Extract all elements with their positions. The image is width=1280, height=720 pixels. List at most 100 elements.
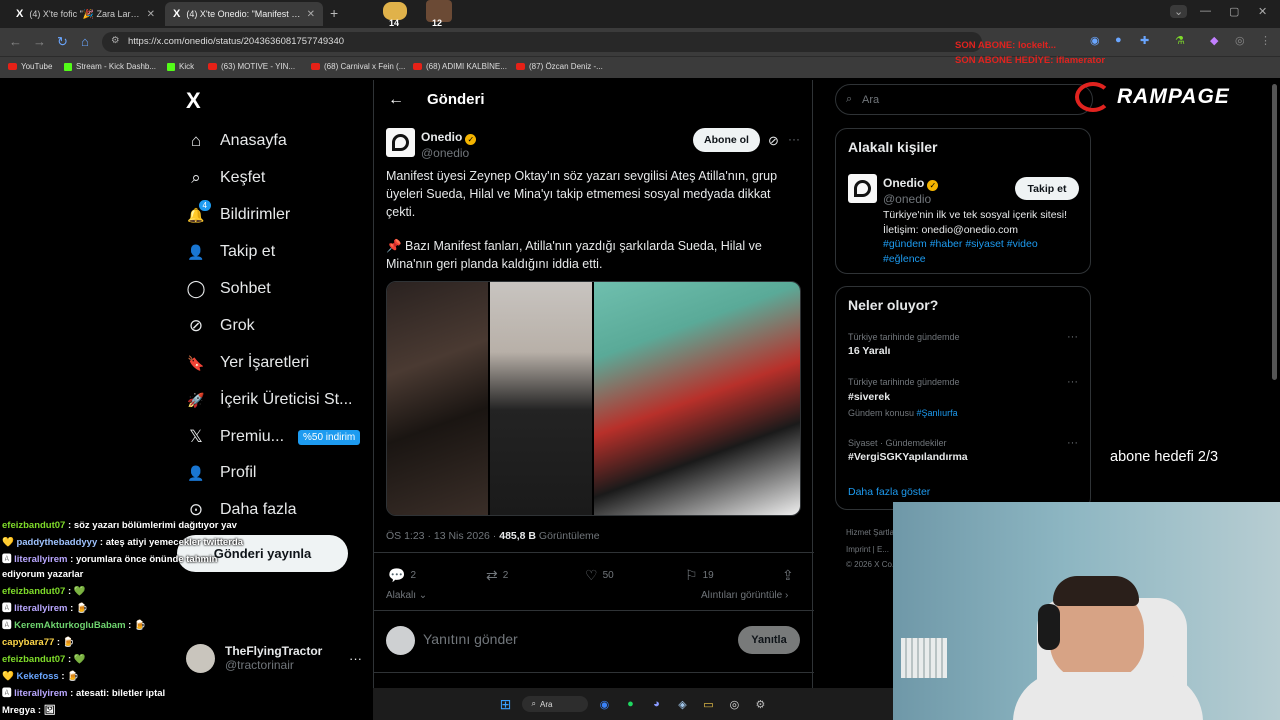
taskbar-search[interactable]: ⌕ Ara [521, 696, 589, 712]
reply-action[interactable]: 💬 2 [388, 567, 416, 584]
bookmark-kick[interactable]: Kick [167, 62, 194, 71]
post-time[interactable]: ÖS 1:23 · 13 Nis 2026 · [386, 530, 499, 542]
trend-name[interactable]: #siverek [848, 391, 890, 403]
search-input[interactable]: Ara [835, 84, 1093, 115]
photo-man[interactable] [490, 282, 592, 515]
url-bar[interactable]: ⚙ https://x.com/onedio/status/2043636081… [102, 32, 982, 52]
related-handle[interactable]: @onedio [883, 192, 938, 206]
scrollbar[interactable] [1272, 84, 1277, 380]
minimize-icon[interactable]: — [1200, 5, 1211, 17]
reply-button[interactable]: Yanıtla [738, 626, 800, 654]
related-hashtags[interactable]: #gündem #haber #siyaset #video #eğlence [883, 237, 1079, 267]
sidebar-item-more[interactable]: ⊙ Daha fazla [186, 500, 297, 520]
site-info-icon[interactable]: ⚙ [111, 35, 120, 46]
maximize-icon[interactable]: ▢ [1229, 5, 1239, 18]
x-logo[interactable]: X [186, 88, 201, 114]
onedio-avatar[interactable] [386, 128, 415, 157]
chat-emote: 💚 [73, 654, 86, 665]
profile-icon[interactable]: ◎ [1235, 34, 1245, 47]
trends-title: Neler oluyor? [848, 297, 939, 313]
bookmark-item[interactable]: (87) Özcan Deniz -... [516, 62, 603, 71]
steam-icon[interactable]: ◈ [672, 694, 692, 714]
extension-icon[interactable]: ● [1115, 34, 1122, 46]
like-action[interactable]: ♡ 50 [585, 567, 614, 584]
trend-more-icon[interactable]: ··· [1067, 376, 1078, 388]
bookmark-item[interactable]: (68) Carnival x Fein (... [311, 62, 405, 71]
bookmark-action[interactable]: ⚐ 19 [685, 567, 714, 584]
author-handle[interactable]: @onedio [421, 146, 476, 160]
avatar [386, 626, 415, 655]
photo-woman[interactable] [387, 282, 488, 515]
bookmark-youtube[interactable]: YouTube [8, 62, 52, 71]
profile-icon: 👤 [187, 464, 205, 481]
spotify-icon[interactable]: ● [620, 694, 640, 714]
sidebar-item-home[interactable]: ⌂ Anasayfa [186, 131, 287, 151]
back-arrow-icon[interactable]: ← [388, 91, 404, 109]
subscribe-button[interactable]: Abone ol [693, 128, 760, 152]
close-tab-icon[interactable]: ✕ [307, 9, 315, 20]
trend-more-icon[interactable]: ··· [1067, 437, 1078, 449]
browser-tab[interactable]: X (4) X'te fofic "🎉 Zara Larsson ✕ [8, 2, 163, 26]
settings-icon[interactable]: ⚙ [750, 694, 770, 714]
sidebar-item-premium[interactable]: 𝕏 Premiu... %50 indirim [186, 427, 361, 447]
trend-more-icon[interactable]: ··· [1067, 331, 1078, 343]
sidebar-item-grok[interactable]: ⊘ Grok [186, 316, 255, 336]
sidebar-item-follow[interactable]: 👤 Takip et [186, 242, 275, 262]
close-tab-icon[interactable]: ✕ [147, 9, 155, 20]
follow-button[interactable]: Takip et [1015, 177, 1079, 200]
trend-topic-link[interactable]: #Şanlıurfa [917, 408, 958, 418]
menu-icon[interactable]: ⋮ [1260, 34, 1271, 47]
discord-icon[interactable]: ◕ [646, 694, 666, 714]
youtube-icon [516, 63, 525, 70]
extension-icon[interactable]: ◆ [1210, 34, 1218, 47]
photo-group[interactable] [594, 282, 800, 515]
share-action[interactable]: ⇪ [782, 567, 794, 584]
browser-tab-active[interactable]: X (4) X'te Onedio: "Manifest üyes ✕ [165, 2, 323, 26]
sort-relevant[interactable]: Alakalı ⌄ [386, 590, 427, 601]
reload-icon[interactable]: ↻ [57, 34, 68, 50]
footer-link[interactable]: Imprint | E... [846, 545, 889, 554]
trend-name[interactable]: #VergiSGKYapılandırma [848, 451, 968, 463]
youtube-icon [413, 63, 422, 70]
sidebar-item-chat[interactable]: ◯ Sohbet [186, 279, 270, 299]
sidebar-item-bookmarks[interactable]: 🔖 Yer İşaretleri [186, 353, 309, 373]
reply-input[interactable]: Yanıtını gönder [423, 631, 518, 647]
view-quotes-link[interactable]: Alıntıları görüntüle › [701, 590, 788, 601]
webcam-shirt [1013, 672, 1203, 720]
back-icon[interactable]: ← [9, 34, 22, 49]
tab-search-icon[interactable]: ⌄ [1170, 5, 1188, 18]
sidebar-item-notifications[interactable]: 🔔 4 Bildirimler [186, 200, 290, 225]
related-people-card: Alakalı kişiler Onedio ✓ @onedio Takip et… [835, 128, 1091, 274]
bookmark-item[interactable]: (63) MOTIVE - YIN... [208, 62, 295, 71]
browser-app-icon[interactable]: ◉ [594, 694, 614, 714]
onedio-avatar[interactable] [848, 174, 877, 203]
home-icon[interactable]: ⌂ [81, 34, 89, 49]
bookmark-item[interactable]: (68) ADIMI KALBİNE... [413, 62, 507, 71]
extensions-icon[interactable]: ✚ [1140, 34, 1149, 47]
sidebar-item-label: Keşfet [220, 169, 266, 186]
close-window-icon[interactable]: ✕ [1258, 5, 1267, 18]
account-more-icon[interactable]: ··· [349, 651, 362, 666]
repost-action[interactable]: ⇄ 2 [486, 567, 508, 584]
divider [374, 552, 814, 553]
sidebar-item-profile[interactable]: 👤 Profil [186, 463, 256, 483]
sidebar-item-creator-studio[interactable]: 🚀 İçerik Üreticisi St... [186, 390, 352, 410]
author-name[interactable]: Onedio [421, 130, 462, 144]
post-more-icon[interactable]: ··· [788, 132, 800, 146]
post-media[interactable] [386, 281, 801, 516]
file-explorer-icon[interactable]: ▭ [698, 694, 718, 714]
windows-start-icon[interactable]: ⊞ [496, 694, 516, 714]
lab-icon[interactable]: ⚗ [1175, 34, 1185, 47]
grok-explain-icon[interactable]: ⊘ [768, 133, 779, 149]
bookmark-kick-dashboard[interactable]: Stream - Kick Dashb... [64, 62, 156, 71]
app-icon[interactable]: ◎ [724, 694, 744, 714]
show-more-link[interactable]: Daha fazla göster [848, 486, 930, 498]
forward-icon[interactable]: → [33, 34, 46, 49]
extension-icon[interactable]: ◉ [1090, 34, 1100, 47]
new-tab-button[interactable]: + [330, 5, 338, 21]
chat-user: literallyirem [14, 603, 68, 614]
trend-name[interactable]: 16 Yaralı [848, 345, 890, 357]
related-name[interactable]: Onedio [883, 176, 924, 190]
share-icon: ⇪ [782, 567, 794, 583]
sidebar-item-explore[interactable]: ⌕ Keşfet [186, 168, 265, 188]
